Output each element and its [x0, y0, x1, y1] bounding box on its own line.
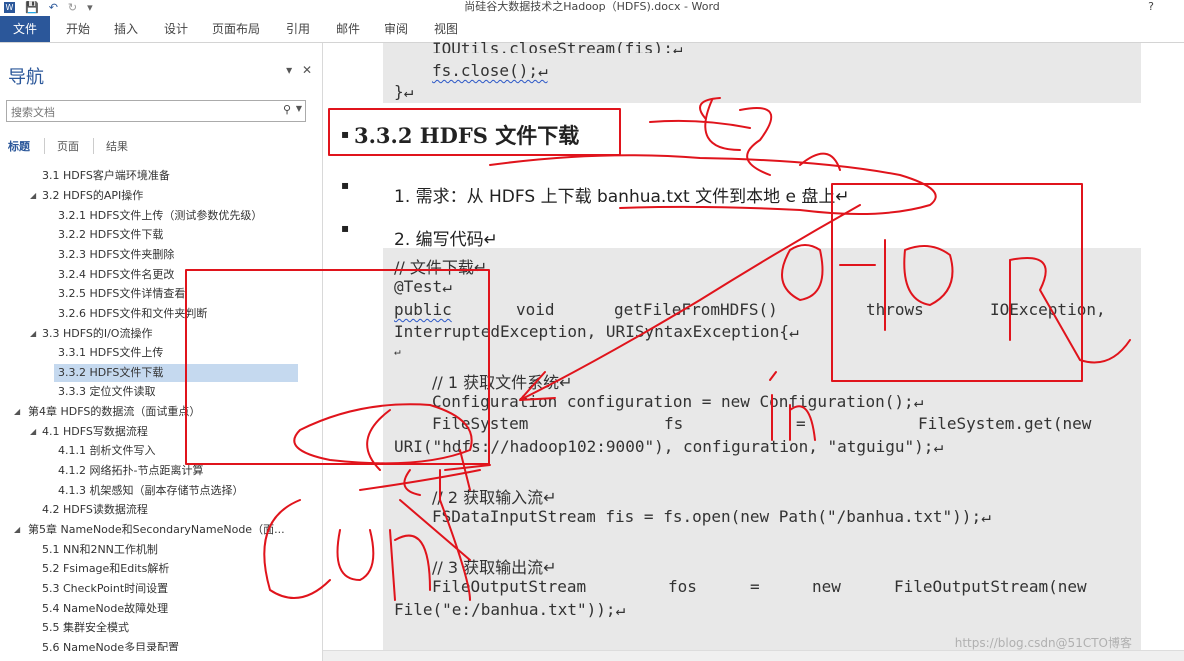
nav-item[interactable]: 3.2.2 HDFS文件下载 [58, 226, 163, 244]
tab-review[interactable]: 审阅 [376, 16, 416, 42]
nav-title: 导航 [8, 67, 44, 88]
search-box: ⚲ ▼ [6, 100, 306, 123]
tab-results[interactable]: 结果 [106, 138, 142, 154]
code-line: }↵ [394, 82, 414, 101]
code-comment: // 1 获取文件系统↵ [432, 373, 573, 392]
nav-item[interactable]: 3.2 HDFS的API操作 [42, 187, 143, 205]
nav-item[interactable]: 5.2 Fsimage和Edits解析 [42, 560, 169, 578]
nav-item[interactable]: 3.3 HDFS的I/O流操作 [42, 325, 152, 343]
help-button[interactable]: ? [1148, 0, 1154, 13]
search-icon[interactable]: ⚲ [283, 103, 291, 116]
nav-pane-controls: ▾ ✕ [286, 63, 312, 77]
title-bar: W 💾 ↶ ↻ ▾ 尚硅谷大数据技术之Hadoop（HDFS).docx - W… [0, 0, 1184, 14]
code-token: FileSystem.get(new [918, 414, 1092, 433]
nav-tabs: 标题 页面 结果 [8, 138, 154, 154]
code-comment: // 文件下载↵ [394, 258, 488, 277]
code-token: FileSystem [432, 414, 529, 433]
code-token: fos [668, 577, 697, 596]
bullet: ▪ [341, 127, 350, 141]
code-token: fs [664, 414, 684, 433]
nav-item[interactable]: 5.3 CheckPoint时间设置 [42, 580, 168, 598]
code-line: Configuration configuration = new Config… [432, 392, 924, 411]
nav-item[interactable]: 3.2.4 HDFS文件名更改 [58, 266, 174, 284]
nav-item[interactable]: 3.2.5 HDFS文件详情查看 [58, 285, 185, 303]
nav-item[interactable]: 4.1.1 剖析文件写入 [58, 442, 156, 460]
code-line: IOUtils.closeStream(fis);↵ [432, 39, 683, 53]
nav-item[interactable]: 3.2.3 HDFS文件夹删除 [58, 246, 174, 264]
code-token: getFileFromHDFS() [614, 300, 778, 319]
code-line: FSDataInputStream fis = fs.open(new Path… [432, 507, 991, 526]
nav-item-selected[interactable]: 3.3.2 HDFS文件下载 [54, 364, 298, 382]
code-token: = [796, 414, 806, 433]
code-line: File("e:/banhua.txt"));↵ [394, 600, 626, 619]
code-token: IOException, [990, 300, 1106, 319]
search-input[interactable] [7, 102, 263, 123]
collapse-icon[interactable]: ◢ [14, 525, 20, 534]
watermark: https://blog.csdn@51CTO博客 [954, 636, 1132, 650]
code-line: URI("hdfs://hadoop102:9000"), configurat… [394, 437, 944, 456]
code-token: FileOutputStream [432, 577, 587, 596]
tab-design[interactable]: 设计 [156, 16, 196, 42]
code-line: InterruptedException, URISyntaxException… [394, 322, 799, 341]
code-token: void [516, 300, 555, 319]
code-token: = [750, 577, 760, 596]
code-comment: // 3 获取输出流↵ [432, 558, 557, 577]
nav-item[interactable]: 3.2.1 HDFS文件上传（测试参数优先级） [58, 207, 262, 225]
requirement-paragraph: 1. 需求：从 HDFS 上下载 banhua.txt 文件到本地 e 盘上↵ [394, 187, 850, 207]
code-line: @Test↵ [394, 277, 452, 296]
code-line: public [394, 300, 452, 319]
code-token: new [812, 577, 841, 596]
search-dropdown-icon[interactable]: ▼ [296, 104, 302, 113]
nav-item[interactable]: 4.1 HDFS写数据流程 [42, 423, 148, 441]
code-token: throws [866, 300, 924, 319]
tab-insert[interactable]: 插入 [106, 16, 146, 42]
nav-item[interactable]: 4.2 HDFS读数据流程 [42, 501, 148, 519]
tab-mailings[interactable]: 邮件 [328, 16, 368, 42]
nav-item[interactable]: 5.1 NN和2NN工作机制 [42, 541, 158, 559]
close-icon[interactable]: ✕ [302, 63, 312, 77]
nav-item[interactable]: 5.6 NameNode多目录配置 [42, 639, 179, 651]
tab-home[interactable]: 开始 [58, 16, 98, 42]
nav-item[interactable]: 第5章 NameNode和SecondaryNameNode（面... [28, 521, 285, 539]
horizontal-scrollbar[interactable] [323, 650, 1184, 661]
nav-item[interactable]: 4.1.3 机架感知（副本存储节点选择） [58, 482, 243, 500]
tab-references[interactable]: 引用 [278, 16, 318, 42]
code-line: ↵ [394, 345, 401, 358]
collapse-icon[interactable]: ◢ [30, 329, 36, 338]
code-token: fs.close();↵ [432, 61, 548, 80]
write-code-paragraph: 2. 编写代码↵ [394, 230, 498, 250]
nav-options-icon[interactable]: ▾ [286, 63, 292, 77]
tab-headings[interactable]: 标题 [8, 138, 45, 154]
nav-item[interactable]: 3.2.6 HDFS文件和文件夹判断 [58, 305, 207, 323]
bullet: ▪ [341, 221, 350, 235]
collapse-icon[interactable]: ◢ [30, 191, 36, 200]
collapse-icon[interactable]: ◢ [30, 427, 36, 436]
nav-item[interactable]: 3.1 HDFS客户端环境准备 [42, 167, 170, 185]
nav-item[interactable]: 3.3.1 HDFS文件上传 [58, 344, 163, 362]
nav-item[interactable]: 3.3.3 定位文件读取 [58, 383, 156, 401]
window-title: 尚硅谷大数据技术之Hadoop（HDFS).docx - Word [464, 0, 720, 13]
nav-item[interactable]: 5.4 NameNode故障处理 [42, 600, 168, 618]
code-token: public [394, 300, 452, 319]
nav-item[interactable]: 第4章 HDFS的数据流（面试重点） [28, 403, 200, 421]
code-token: FileOutputStream(new [894, 577, 1087, 596]
tab-file[interactable]: 文件 [0, 16, 50, 42]
tab-layout[interactable]: 页面布局 [206, 16, 266, 42]
tab-pages[interactable]: 页面 [57, 138, 94, 154]
code-comment: // 2 获取输入流↵ [432, 488, 557, 507]
code-line: fs.close();↵ [432, 61, 548, 80]
section-heading: 3.3.2 HDFS 文件下载 [354, 123, 580, 148]
nav-item[interactable]: 4.1.2 网络拓扑-节点距离计算 [58, 462, 203, 480]
navigation-pane: 导航 ▾ ✕ ⚲ ▼ 标题 页面 结果 3.1 HDFS客户端环境准备 ◢ 3.… [0, 43, 323, 661]
bullet: ▪ [341, 178, 350, 192]
nav-item[interactable]: 5.5 集群安全模式 [42, 619, 129, 637]
collapse-icon[interactable]: ◢ [14, 407, 20, 416]
